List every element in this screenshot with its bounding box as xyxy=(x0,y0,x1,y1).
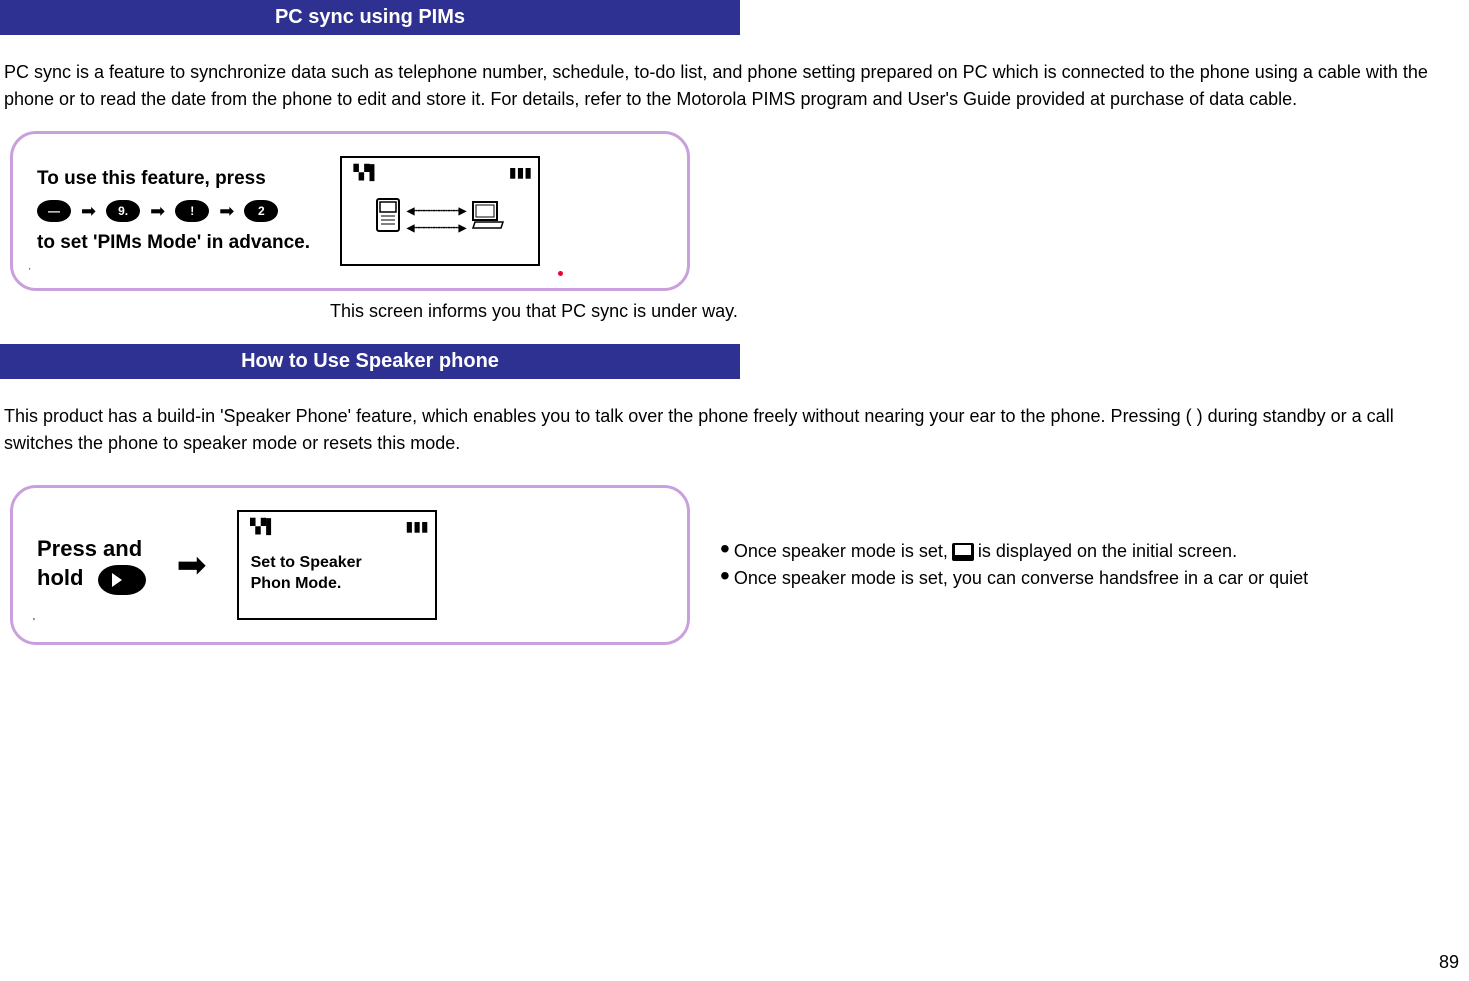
phone-lcd-screen: ▝▞▌ ▮▮▮ ◀┄┄┄┄┄┄┄┄┄▶ ◀┄┄┄┄┄┄┄┄┄▶ xyxy=(340,156,540,266)
arrow-icon: ➡ xyxy=(176,544,206,586)
key-pill: — xyxy=(37,200,71,222)
speaker-notes-list: • Once speaker mode is set, is displayed… xyxy=(720,541,1308,589)
key-pill: 2 xyxy=(244,200,278,222)
tick-mark: ' xyxy=(29,267,31,276)
instruction-key-sequence: — ➡ 9. ➡ ! ➡ 2 xyxy=(37,200,310,222)
battery-icon: ▮▮▮ xyxy=(509,164,532,182)
computer-icon xyxy=(471,200,505,239)
instruction-text-area: To use this feature, press — ➡ 9. ➡ ! ➡ … xyxy=(37,168,310,254)
arrow-icon: ➡ xyxy=(219,201,234,222)
tick-mark: ' xyxy=(33,617,35,628)
press-hold-instruction: Press and hold xyxy=(37,535,146,595)
lcd-message: Set to Speaker Phon Mode. xyxy=(245,536,429,612)
arrow-icon: ➡ xyxy=(81,201,96,222)
caption-sync-screen: This screen informs you that PC sync is … xyxy=(330,301,1469,322)
bullet-text-part: Once speaker mode is set, xyxy=(734,541,948,562)
list-item: • Once speaker mode is set, you can conv… xyxy=(720,568,1308,589)
key-pill: ! xyxy=(175,200,209,222)
section-header-pc-sync: PC sync using PIMs xyxy=(0,0,740,35)
section-header-speaker: How to Use Speaker phone xyxy=(0,344,740,379)
battery-icon: ▮▮▮ xyxy=(406,518,429,536)
list-item: • Once speaker mode is set, is displayed… xyxy=(720,541,1308,562)
speaker-mode-icon xyxy=(952,543,974,561)
instruction-line-1: To use this feature, press xyxy=(37,168,310,190)
signal-icon: ▝▞▌ xyxy=(245,518,276,536)
phone-icon xyxy=(375,197,401,242)
phone-lcd-screen: ▝▞▌ ▮▮▮ Set to Speaker Phon Mode. xyxy=(237,510,437,620)
paragraph-speaker: This product has a build-in 'Speaker Pho… xyxy=(0,403,1469,457)
instruction-box-2: Press and hold ➡ ▝▞▌ ▮▮▮ Set to Speaker … xyxy=(10,485,690,645)
key-pill: 9. xyxy=(106,200,140,222)
signal-icon: ▝▞▌ xyxy=(348,164,379,182)
bullet-text-part: is displayed on the initial screen. xyxy=(978,541,1237,562)
sync-graphic: ◀┄┄┄┄┄┄┄┄┄▶ ◀┄┄┄┄┄┄┄┄┄▶ xyxy=(375,197,506,242)
instruction-line-2: to set 'PIMs Mode' in advance. xyxy=(37,232,310,254)
red-dot-marker xyxy=(558,271,563,276)
bullet-text: Once speaker mode is set, you can conver… xyxy=(734,568,1308,589)
speaker-key-icon xyxy=(98,565,146,595)
paragraph-pc-sync: PC sync is a feature to synchronize data… xyxy=(0,59,1469,113)
arrow-icon: ➡ xyxy=(150,201,165,222)
page-number: 89 xyxy=(1439,952,1459,973)
instruction-box-1: To use this feature, press — ➡ 9. ➡ ! ➡ … xyxy=(10,131,690,291)
